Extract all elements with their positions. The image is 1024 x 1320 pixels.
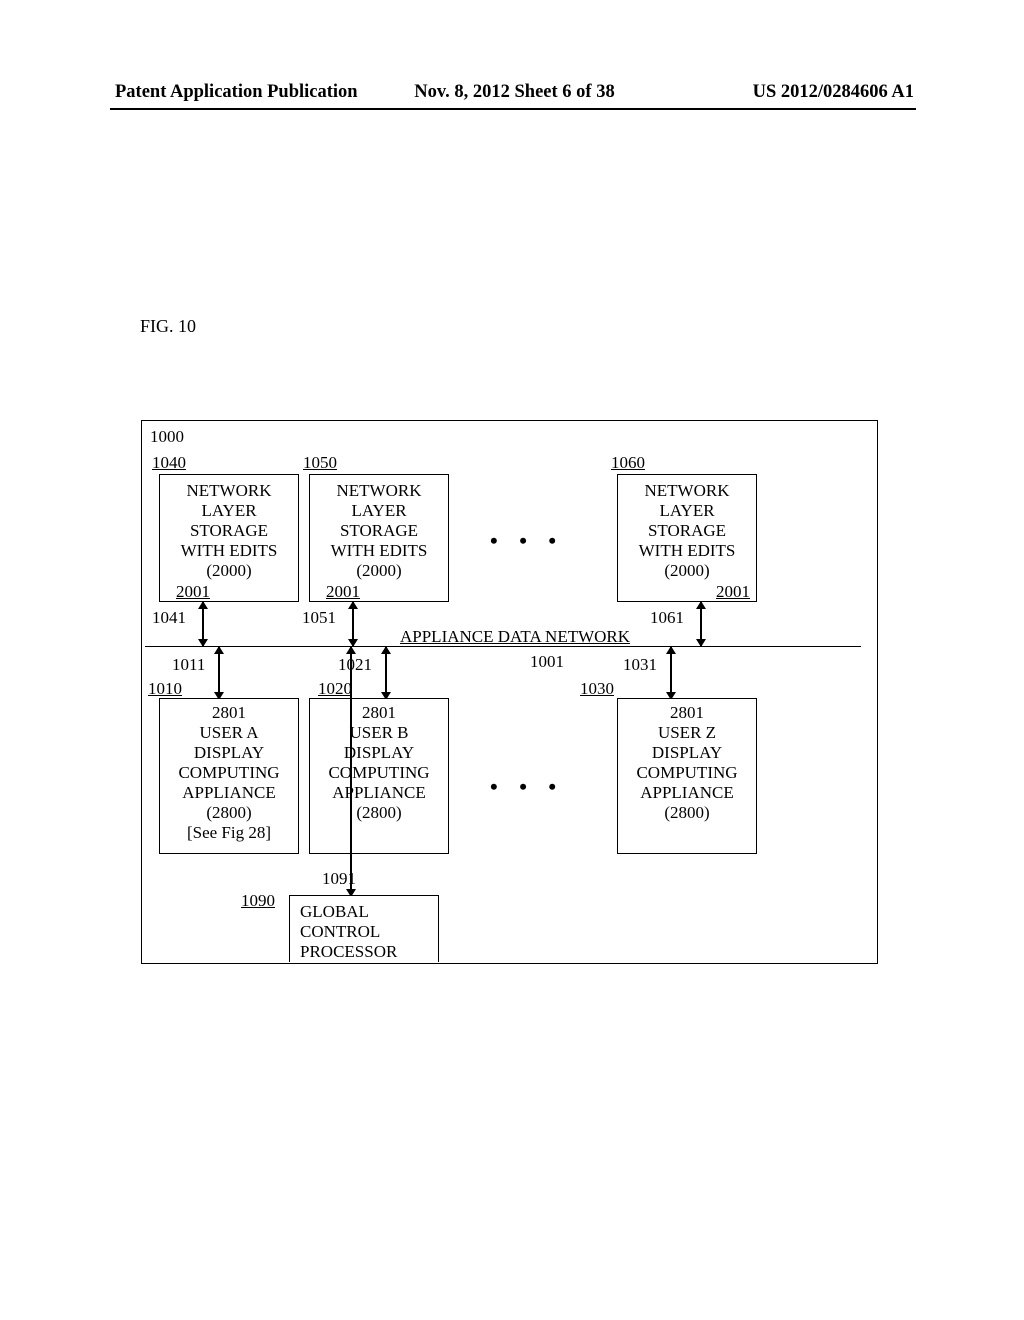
ellipsis-bottom: • • •	[490, 774, 564, 800]
ref-1011: 1011	[172, 655, 205, 675]
ref-1021: 1021	[338, 655, 372, 675]
appliance-z-l5: (2800)	[618, 803, 756, 823]
appliance-a-l5: (2800)	[160, 803, 298, 823]
ref-1060: 1060	[611, 453, 645, 473]
storage-1-l5: (2000)	[160, 561, 298, 581]
appliance-box-a: 2801 USER A DISPLAY COMPUTING APPLIANCE …	[159, 698, 299, 854]
storage-1-l2: LAYER	[160, 501, 298, 521]
storage-1-l4: WITH EDITS	[160, 541, 298, 561]
gcp-l1: GLOBAL	[300, 902, 438, 922]
arrow-1061	[700, 602, 702, 646]
arrow-1041	[202, 602, 204, 646]
appliance-z-l3: COMPUTING	[618, 763, 756, 783]
storage-3-l5: (2000)	[618, 561, 756, 581]
ref-1090: 1090	[241, 891, 275, 911]
storage-2-l3: STORAGE	[310, 521, 448, 541]
appliance-b-l1: USER B	[310, 723, 448, 743]
storage-3-l2: LAYER	[618, 501, 756, 521]
appliance-b-top: 2801	[310, 703, 448, 723]
header-left: Patent Application Publication	[115, 82, 358, 103]
ref-1050: 1050	[303, 453, 337, 473]
appliance-b-l4: APPLIANCE	[310, 783, 448, 803]
ref-2001-a: 2001	[176, 582, 210, 602]
arrow-1051	[352, 602, 354, 646]
gcp-l2: CONTROL	[300, 922, 438, 942]
appliance-z-top: 2801	[618, 703, 756, 723]
header-center: Nov. 8, 2012 Sheet 6 of 38	[414, 82, 614, 103]
figure-label: FIG. 10	[140, 316, 196, 337]
storage-3-l1: NETWORK	[618, 481, 756, 501]
storage-2-l2: LAYER	[310, 501, 448, 521]
ref-1091: 1091	[322, 869, 356, 889]
storage-2-l5: (2000)	[310, 561, 448, 581]
ref-1000: 1000	[150, 427, 184, 447]
appliance-a-l6: [See Fig 28]	[160, 823, 298, 843]
ref-1040: 1040	[152, 453, 186, 473]
ref-1061: 1061	[650, 608, 684, 628]
global-control-box: GLOBAL CONTROL PROCESSOR	[289, 895, 439, 962]
ref-1010: 1010	[148, 679, 182, 699]
ref-2001-c: 2001	[716, 582, 750, 602]
storage-3-l4: WITH EDITS	[618, 541, 756, 561]
storage-3-l3: STORAGE	[618, 521, 756, 541]
ref-1001: 1001	[530, 652, 564, 672]
appliance-b-l5: (2800)	[310, 803, 448, 823]
ref-1030: 1030	[580, 679, 614, 699]
patent-page: Patent Application Publication Nov. 8, 2…	[0, 0, 1024, 1320]
storage-1-l3: STORAGE	[160, 521, 298, 541]
appliance-z-l4: APPLIANCE	[618, 783, 756, 803]
appliance-box-z: 2801 USER Z DISPLAY COMPUTING APPLIANCE …	[617, 698, 757, 854]
appliance-b-l2: DISPLAY	[310, 743, 448, 763]
appliance-a-top: 2801	[160, 703, 298, 723]
appliance-a-l3: COMPUTING	[160, 763, 298, 783]
header-rule	[110, 108, 916, 110]
page-header: Patent Application Publication Nov. 8, 2…	[115, 82, 914, 103]
ref-2001-b: 2001	[326, 582, 360, 602]
appliance-box-b: 2801 USER B DISPLAY COMPUTING APPLIANCE …	[309, 698, 449, 854]
ref-1020: 1020	[318, 679, 352, 699]
ref-1031: 1031	[623, 655, 657, 675]
arrow-1011	[218, 647, 220, 699]
ref-1051: 1051	[302, 608, 336, 628]
appliance-a-l2: DISPLAY	[160, 743, 298, 763]
arrow-1091	[350, 647, 352, 896]
storage-2-l1: NETWORK	[310, 481, 448, 501]
storage-1-l1: NETWORK	[160, 481, 298, 501]
appliance-b-l3: COMPUTING	[310, 763, 448, 783]
header-right: US 2012/0284606 A1	[753, 82, 914, 103]
gcp-l3: PROCESSOR	[300, 942, 438, 962]
network-bus-label: APPLIANCE DATA NETWORK	[400, 627, 630, 647]
ref-1041: 1041	[152, 608, 186, 628]
storage-2-l4: WITH EDITS	[310, 541, 448, 561]
appliance-a-l1: USER A	[160, 723, 298, 743]
arrow-1021	[385, 647, 387, 699]
appliance-z-l2: DISPLAY	[618, 743, 756, 763]
arrow-1031	[670, 647, 672, 699]
appliance-z-l1: USER Z	[618, 723, 756, 743]
ellipsis-top: • • •	[490, 528, 564, 554]
appliance-a-l4: APPLIANCE	[160, 783, 298, 803]
